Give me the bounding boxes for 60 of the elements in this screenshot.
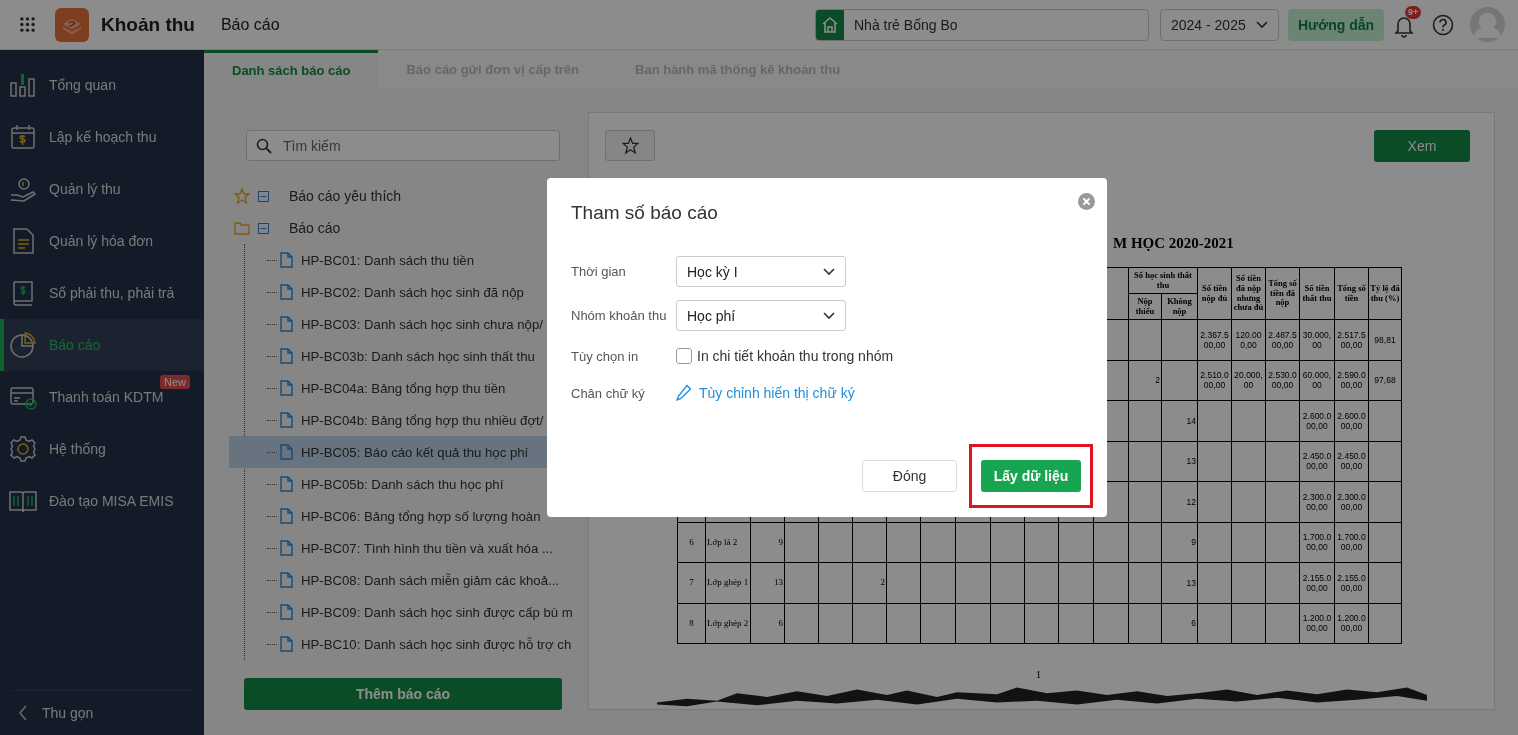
table-cell: 6 — [1191, 618, 1196, 629]
table-cell: 60.000,00 — [1302, 370, 1332, 391]
table-cell: 2.300.000,00 — [1337, 491, 1366, 512]
table-cell: 7 — [689, 577, 694, 588]
table-cell: 2.450.000,00 — [1302, 451, 1332, 472]
table-cell: 2.510.000,00 — [1200, 370, 1229, 391]
table-cell: 8 — [689, 617, 694, 628]
table-cell: 97,68 — [1374, 375, 1396, 386]
table-cell: 13 — [1186, 456, 1196, 467]
table-cell: Lớp lá 2 — [707, 536, 738, 547]
field-label: Chân chữ ký — [571, 385, 646, 401]
table-cell: 2.367.500,00 — [1200, 329, 1229, 350]
field-label: Nhóm khoản thu — [571, 308, 668, 323]
table-cell: 6 — [778, 617, 783, 628]
report-title: M HỌC 2020-2021 — [1113, 235, 1234, 251]
table-cell: 2.517.500,00 — [1337, 329, 1366, 350]
table-header: Số tiền nộp đủ — [1197, 267, 1232, 320]
field-label: Tùy chọn in — [571, 348, 640, 364]
table-cell: 14 — [1186, 415, 1196, 426]
section-title: Báo cáo — [220, 15, 280, 34]
table-cell: 1.700.000,00 — [1302, 532, 1332, 553]
table-cell: 9 — [778, 536, 783, 547]
table-header: Số tiền đã nộp nhưng chưa đủ — [1231, 267, 1266, 320]
table-cell: 2.600.000,00 — [1302, 410, 1332, 431]
table-cell: 2 — [1155, 375, 1160, 386]
table-cell: 1.700.000,00 — [1337, 532, 1366, 553]
table-cell: 9 — [1191, 537, 1196, 548]
table-cell: 13 — [1186, 577, 1196, 588]
table-cell: 98,81 — [1374, 334, 1396, 345]
table-cell: 2.590.000,00 — [1337, 370, 1366, 391]
table-cell: 120.000,00 — [1235, 329, 1262, 350]
table-cell: 2.155.000,00 — [1337, 572, 1366, 593]
table-cell: 6 — [689, 536, 694, 547]
table-cell: 20.000,00 — [1234, 370, 1263, 391]
table-cell: 2 — [880, 577, 885, 588]
dialog-title: Tham số báo cáo — [571, 202, 718, 224]
notification-badge: 9+ — [1405, 5, 1422, 19]
table-header: Tổng số tiền — [1334, 267, 1369, 320]
field-label: Thời gian — [571, 264, 627, 279]
table-header: Tổng số tiền đã nộp — [1265, 267, 1300, 320]
page-number: 1 — [1035, 668, 1042, 680]
table-cell: Lớp ghép 1 — [707, 577, 749, 588]
table-cell: 2.300.000,00 — [1302, 491, 1332, 512]
table-cell: 13 — [774, 577, 783, 588]
app-title: Khoản thu — [101, 13, 195, 36]
table-cell: 1.200.000,00 — [1302, 613, 1332, 634]
table-header: Nộp thiếu — [1128, 293, 1162, 320]
table-cell: 1.200.000,00 — [1337, 613, 1366, 634]
table-cell: 12 — [1186, 496, 1196, 507]
table-cell: 2.155.000,00 — [1302, 572, 1332, 593]
new-badge: New — [160, 375, 190, 389]
table-cell: 2.450.000,00 — [1337, 451, 1366, 472]
table-header: Số tiền thất thu — [1299, 267, 1335, 320]
table-header: Tỷ lệ đã thu (%) — [1368, 267, 1402, 320]
table-cell: Lớp ghép 2 — [707, 617, 749, 628]
table-cell: 2.487.500,00 — [1268, 329, 1297, 350]
table-header: Số học sinh thất thu — [1128, 267, 1198, 294]
table-cell: 2.530.000,00 — [1268, 370, 1297, 391]
table-cell: 30.000,00 — [1302, 329, 1332, 350]
table-cell: 2.600.000,00 — [1337, 410, 1366, 431]
